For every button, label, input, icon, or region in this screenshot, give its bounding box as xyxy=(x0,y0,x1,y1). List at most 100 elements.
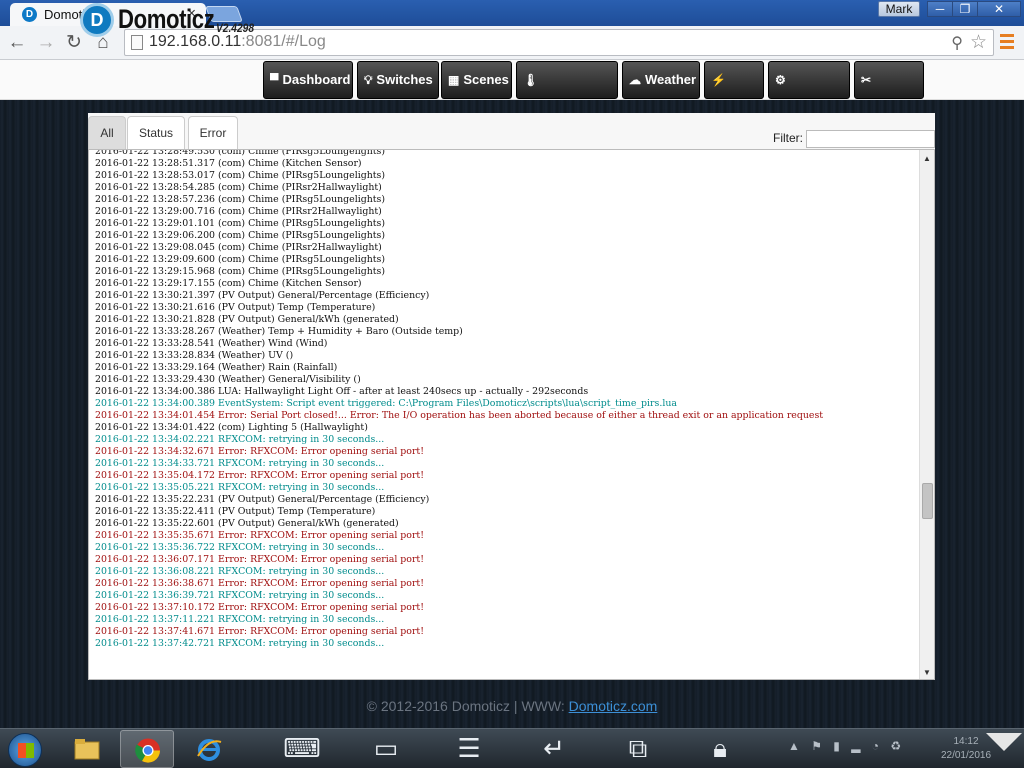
taskbar: ⌨ ▭ ☰ ↵ ⧉ 🔒︎ ▲ ⚑ ▮ ▂ ◔ ♻ 14:12 22/01/201… xyxy=(0,728,1024,768)
log-line: 2016-01-22 13:34:00.389 EventSystem: Scr… xyxy=(95,398,677,409)
log-lines: 2016-01-22 13:28:49.530 (com) Chime (PIR… xyxy=(95,150,907,650)
log-line: 2016-01-22 13:36:39.721 RFXCOM: retrying… xyxy=(95,590,385,601)
footer-copyright: © 2012-2016 Domoticz | WWW: xyxy=(366,698,569,714)
log-panel[interactable]: 2016-01-22 13:28:49.530 (com) Chime (PIR… xyxy=(88,149,935,680)
nav-temperature[interactable]: 🌡︎Temperature xyxy=(516,61,618,123)
log-line: 2016-01-22 13:30:21.397 (PV Output) Gene… xyxy=(95,290,430,301)
domoticz-favicon: D xyxy=(22,7,37,22)
chrome-menu-icon[interactable] xyxy=(1000,34,1014,52)
gear-icon: ⚙ xyxy=(775,73,786,87)
list-icon[interactable]: ☰ xyxy=(441,731,497,765)
scroll-up-icon[interactable]: ▲ xyxy=(923,154,931,163)
bookmark-star-icon[interactable]: ☆ xyxy=(970,31,987,54)
start-button[interactable] xyxy=(8,733,42,767)
log-line: 2016-01-22 13:28:53.017 (com) Chime (PIR… xyxy=(95,170,385,181)
filter-input[interactable] xyxy=(806,130,935,148)
search-icon[interactable]: ⚲ xyxy=(951,33,963,53)
log-line: 2016-01-22 13:34:01.454 Error: Serial Po… xyxy=(95,410,824,421)
lightbulb-icon: 💡︎ xyxy=(364,73,373,87)
tab-all[interactable]: All xyxy=(88,116,126,150)
log-line: 2016-01-22 13:36:08.221 RFXCOM: retrying… xyxy=(95,566,385,577)
log-line: 2016-01-22 13:35:04.172 Error: RFXCOM: E… xyxy=(95,470,424,481)
windows-logo-icon xyxy=(18,743,34,758)
internet-explorer-icon xyxy=(197,739,222,761)
clock-date: 22/01/2016 xyxy=(940,750,992,761)
log-line: 2016-01-22 13:35:35.671 Error: RFXCOM: E… xyxy=(95,530,424,541)
log-line: 2016-01-22 13:29:09.600 (com) Chime (PIR… xyxy=(95,254,385,265)
logo-name: Domoticz xyxy=(118,4,215,34)
log-line: 2016-01-22 13:29:00.716 (com) Chime (PIR… xyxy=(95,206,382,217)
log-line: 2016-01-22 13:29:06.200 (com) Chime (PIR… xyxy=(95,230,385,241)
log-line: 2016-01-22 13:37:10.172 Error: RFXCOM: E… xyxy=(95,602,424,613)
touch-keyboard-icon[interactable] xyxy=(986,733,1022,751)
version-label: V2.4298 xyxy=(216,21,255,35)
log-line: 2016-01-22 13:34:32.671 Error: RFXCOM: E… xyxy=(95,446,424,457)
dashboard-icon: ▀ xyxy=(270,73,279,87)
log-line: 2016-01-22 13:28:51.317 (com) Chime (Kit… xyxy=(95,158,362,169)
nav-dashboard[interactable]: ▀ Dashboard xyxy=(263,61,353,99)
log-line: 2016-01-22 13:35:22.231 (PV Output) Gene… xyxy=(95,494,430,505)
log-line: 2016-01-22 13:33:28.834 (Weather) UV () xyxy=(95,350,294,361)
window-close-button[interactable]: ✕ xyxy=(977,1,1021,17)
log-line: 2016-01-22 13:29:15.968 (com) Chime (PIR… xyxy=(95,266,385,277)
log-line: 2016-01-22 13:29:01.101 (com) Chime (PIR… xyxy=(95,218,385,229)
nav-utility[interactable]: ⚡Utility xyxy=(704,61,764,123)
log-line: 2016-01-22 13:37:11.221 RFXCOM: retrying… xyxy=(95,614,385,625)
folder-icon xyxy=(74,739,100,760)
system-tray[interactable]: ▲ ⚑ ▮ ▂ ◔ ♻ xyxy=(788,739,905,753)
log-line: 2016-01-22 13:35:05.221 RFXCOM: retrying… xyxy=(95,482,385,493)
log-line: 2016-01-22 13:30:21.616 (PV Output) Temp… xyxy=(95,302,376,313)
maximize-button[interactable]: ❐ xyxy=(952,1,978,17)
scroll-thumb[interactable] xyxy=(922,483,933,519)
nav-custom[interactable]: ⚙Custom▼ xyxy=(768,61,850,123)
scenes-icon: ▦ xyxy=(448,73,460,87)
lock-icon[interactable]: 🔒︎ xyxy=(692,731,748,765)
log-line: 2016-01-22 13:33:29.164 (Weather) Rain (… xyxy=(95,362,338,373)
minimize-button[interactable]: ─ xyxy=(927,1,953,17)
footer-link[interactable]: Domoticz.com xyxy=(569,698,658,714)
enter-icon[interactable]: ↵ xyxy=(526,731,582,765)
forward-icon[interactable]: → xyxy=(35,32,57,54)
window-icon[interactable]: ⧉ xyxy=(610,731,666,765)
log-line: 2016-01-22 13:33:28.267 (Weather) Temp +… xyxy=(95,326,463,337)
weather-icon: ☁ xyxy=(629,73,641,87)
log-line: 2016-01-22 13:35:36.722 RFXCOM: retrying… xyxy=(95,542,385,553)
back-icon[interactable]: ← xyxy=(6,32,28,54)
log-line: 2016-01-22 13:34:33.721 RFXCOM: retrying… xyxy=(95,458,385,469)
footer: © 2012-2016 Domoticz | WWW: Domoticz.com xyxy=(0,698,1024,714)
log-line: 2016-01-22 13:34:02.221 RFXCOM: retrying… xyxy=(95,434,385,445)
thermometer-icon: 🌡︎ xyxy=(523,73,539,87)
log-line: 2016-01-22 13:29:17.155 (com) Chime (Kit… xyxy=(95,278,362,289)
screen-icon[interactable]: ▭ xyxy=(358,731,414,765)
tab-error[interactable]: Error xyxy=(188,116,238,150)
tab-status[interactable]: Status xyxy=(127,116,185,150)
nav-label: Scenes xyxy=(463,72,509,87)
nav-label: Dashboard xyxy=(282,72,351,87)
log-line: 2016-01-22 13:28:57.236 (com) Chime (PIR… xyxy=(95,194,385,205)
log-line: 2016-01-22 13:33:28.541 (Weather) Wind (… xyxy=(95,338,328,349)
keyboard-icon[interactable]: ⌨ xyxy=(274,731,330,765)
scroll-down-icon[interactable]: ▼ xyxy=(923,668,931,677)
log-line: 2016-01-22 13:34:00.386 LUA: Hallwayligh… xyxy=(95,386,589,397)
domoticz-logo[interactable]: D Domoticz V2.4298 xyxy=(80,3,265,39)
log-scrollbar[interactable]: ▲ ▼ xyxy=(919,150,934,679)
tools-icon: ✂ xyxy=(861,73,872,87)
user-profile-button[interactable]: Mark xyxy=(878,1,920,17)
log-line: 2016-01-22 13:30:21.828 (PV Output) Gene… xyxy=(95,314,399,325)
nav-scenes[interactable]: ▦ Scenes xyxy=(441,61,512,99)
log-line: 2016-01-22 13:34:01.422 (com) Lighting 5… xyxy=(95,422,368,433)
taskbar-explorer[interactable] xyxy=(60,730,114,768)
log-line: 2016-01-22 13:37:42.721 RFXCOM: retrying… xyxy=(95,638,385,649)
chrome-icon xyxy=(135,738,161,763)
log-line: 2016-01-22 13:29:08.045 (com) Chime (PIR… xyxy=(95,242,382,253)
nav-setup[interactable]: ✂Setup▼ xyxy=(854,61,924,123)
filter-label: Filter: xyxy=(773,131,803,145)
log-line: 2016-01-22 13:36:07.171 Error: RFXCOM: E… xyxy=(95,554,424,565)
log-line: 2016-01-22 13:35:22.411 (PV Output) Temp… xyxy=(95,506,376,517)
logo-icon: D xyxy=(80,3,114,37)
taskbar-chrome[interactable] xyxy=(120,730,174,768)
nav-weather[interactable]: ☁ Weather xyxy=(622,61,700,99)
taskbar-ie[interactable] xyxy=(182,730,236,768)
log-line: 2016-01-22 13:28:54.285 (com) Chime (PIR… xyxy=(95,182,382,193)
nav-switches[interactable]: 💡︎ Switches xyxy=(357,61,439,99)
